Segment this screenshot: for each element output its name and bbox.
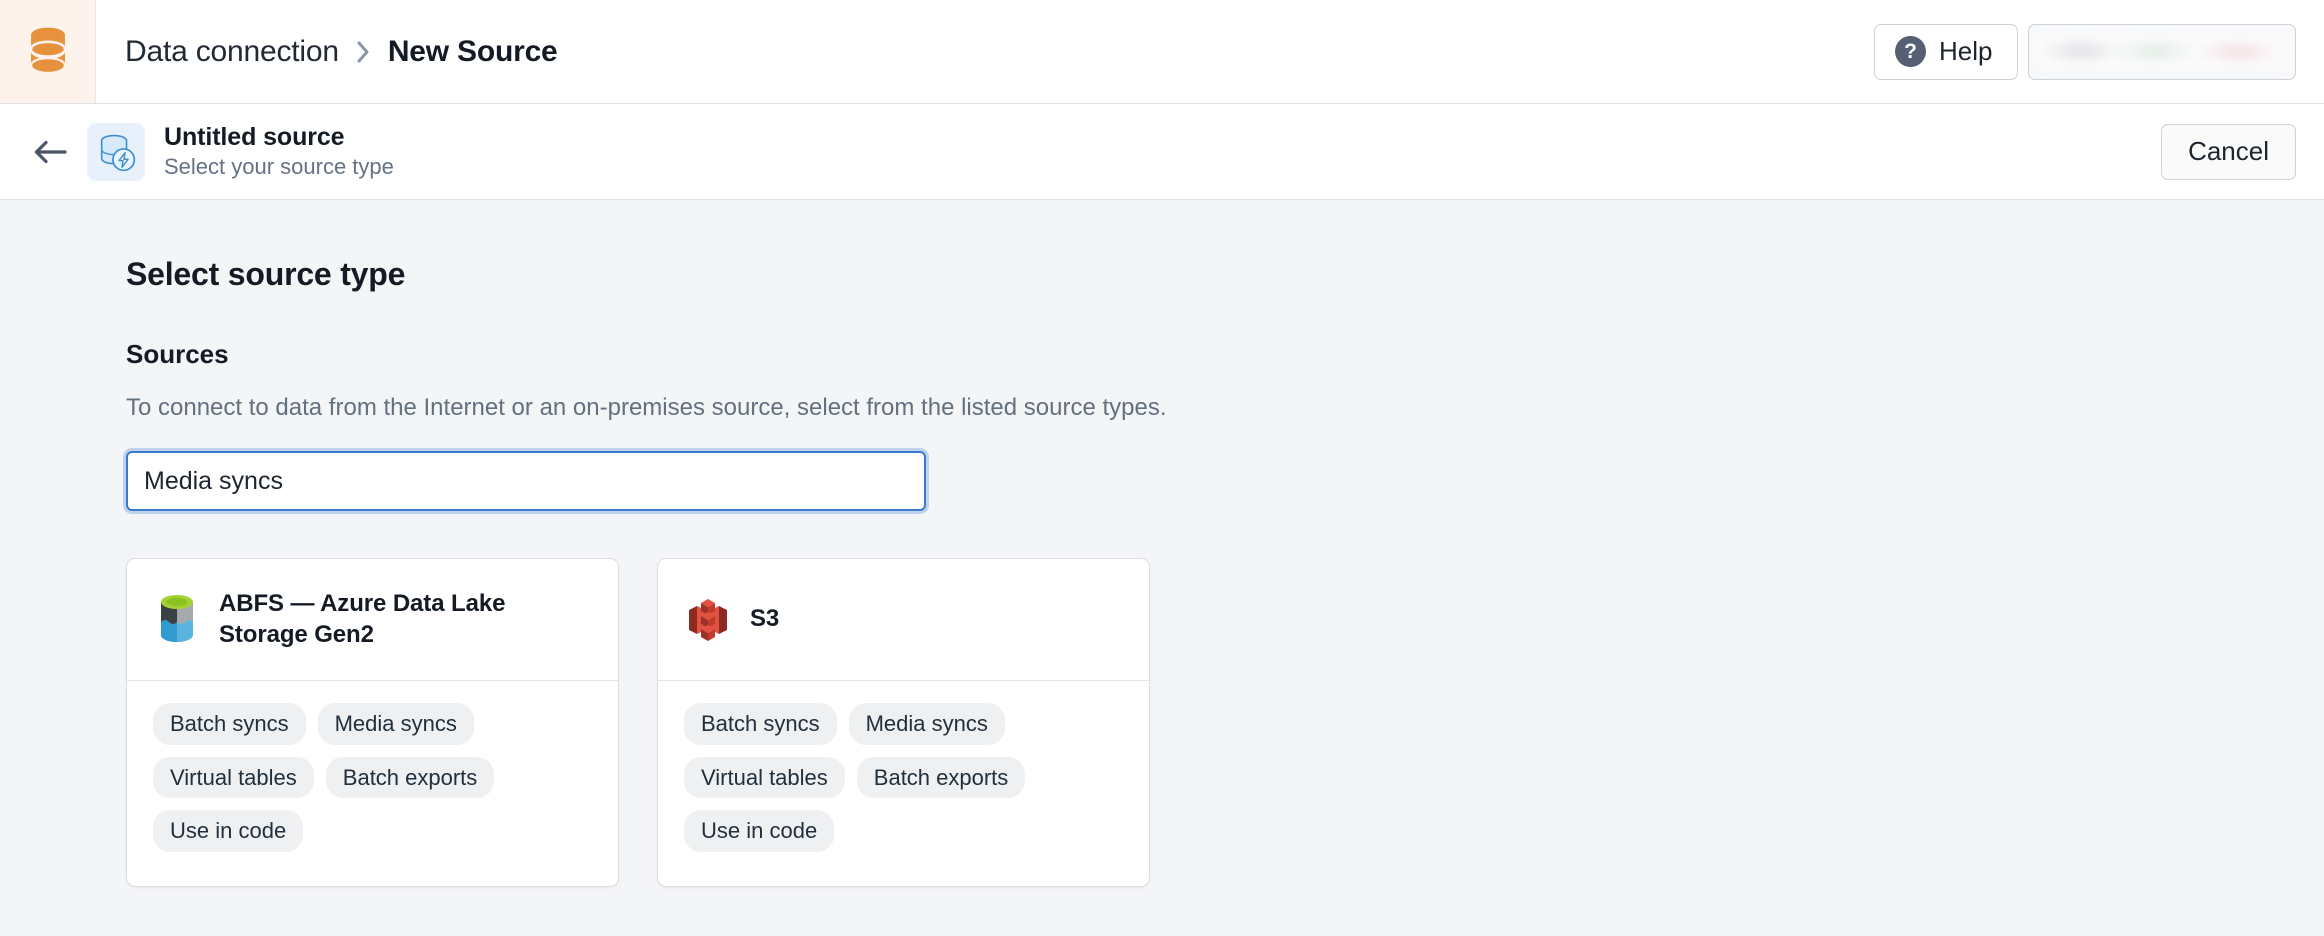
breadcrumb-root-link[interactable]: Data connection <box>125 35 339 69</box>
card-capability-tags: Batch syncs Media syncs Virtual tables B… <box>658 681 1149 886</box>
source-title: Untitled source <box>164 123 345 151</box>
card-logo <box>684 592 732 648</box>
breadcrumb-current-page: New Source <box>387 34 558 68</box>
section-title: Sources <box>126 339 229 369</box>
cancel-button[interactable]: Cancel <box>2161 123 2296 180</box>
source-subtitle: Select your source type <box>164 154 394 179</box>
question-mark-icon: ? <box>1895 36 1926 67</box>
source-card-abfs[interactable]: ABFS — Azure Data Lake Storage Gen2 Batc… <box>126 558 619 887</box>
page-title: Select source type <box>126 256 406 292</box>
arrow-left-icon <box>34 140 67 163</box>
capability-tag: Batch syncs <box>684 703 837 745</box>
card-capability-tags: Batch syncs Media syncs Virtual tables B… <box>127 681 618 886</box>
capability-tag: Media syncs <box>317 703 474 745</box>
card-title: S3 <box>750 605 780 633</box>
capability-tag: Virtual tables <box>684 756 845 798</box>
help-button-label: Help <box>1939 36 1993 66</box>
account-chip-blurred[interactable] <box>2028 23 2296 80</box>
help-button[interactable]: ? Help <box>1874 23 2018 80</box>
top-header-bar: Data connection New Source ? Help <box>0 0 2324 104</box>
database-bolt-icon <box>100 134 136 171</box>
app-logo-tile[interactable] <box>0 0 96 103</box>
chevron-right-icon <box>356 40 371 64</box>
capability-tag: Use in code <box>684 810 835 852</box>
chevron-right-glyph <box>357 41 369 62</box>
source-card-s3[interactable]: S3 Batch syncs Media syncs Virtual table… <box>657 558 1150 887</box>
main-content: Select source type Sources To connect to… <box>0 200 2324 887</box>
capability-tag: Virtual tables <box>153 756 314 798</box>
search-input[interactable] <box>126 451 926 511</box>
capability-tag: Batch exports <box>325 756 495 798</box>
capability-tag: Batch syncs <box>153 703 306 745</box>
capability-tag: Use in code <box>153 810 304 852</box>
section-description: To connect to data from the Internet or … <box>126 394 1167 421</box>
sub-header-bar: Untitled source Select your source type … <box>0 104 2324 200</box>
breadcrumb: Data connection New Source <box>96 0 1874 103</box>
source-icon-tile <box>87 122 145 181</box>
source-type-card-grid: ABFS — Azure Data Lake Storage Gen2 Batc… <box>126 558 2324 887</box>
azure-data-lake-storage-icon <box>161 594 193 642</box>
header-actions: ? Help <box>1874 0 2324 103</box>
aws-s3-icon <box>689 598 727 641</box>
database-icon <box>29 27 66 74</box>
card-title: ABFS — Azure Data Lake Storage Gen2 <box>219 589 506 648</box>
back-button[interactable] <box>22 124 78 180</box>
card-logo <box>153 592 201 648</box>
card-header: S3 <box>658 559 1149 681</box>
search-wrapper <box>126 451 2324 511</box>
source-meta: Untitled source Select your source type <box>164 123 394 180</box>
capability-tag: Batch exports <box>856 756 1026 798</box>
card-header: ABFS — Azure Data Lake Storage Gen2 <box>127 559 618 681</box>
capability-tag: Media syncs <box>848 703 1005 745</box>
